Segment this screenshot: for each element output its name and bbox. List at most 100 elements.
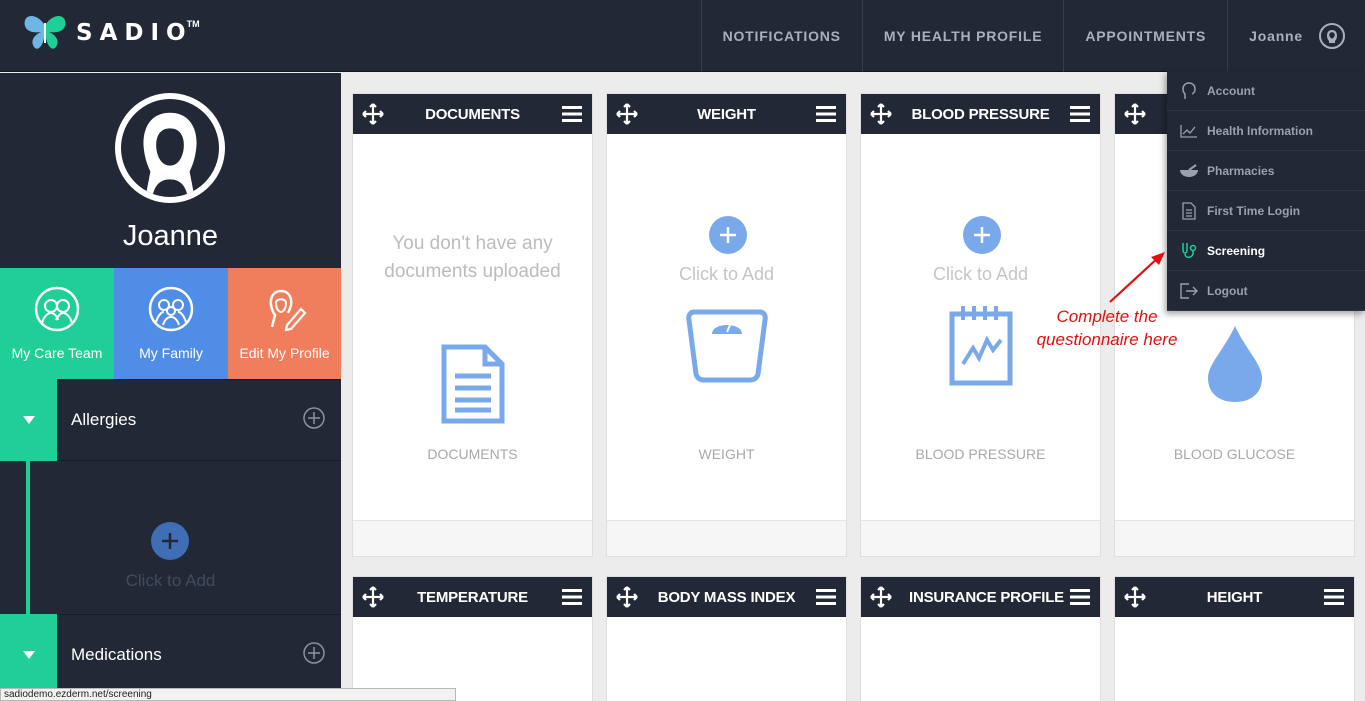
- plus-icon: [720, 227, 736, 243]
- sidebar: Joanne My Care Team My Family Edit My Pr…: [0, 73, 341, 701]
- height-card: HEIGHT: [1114, 576, 1355, 701]
- edit-profile-icon: [261, 285, 309, 336]
- allergies-body: Click to Add: [0, 461, 341, 614]
- card-body: You don't have any documents uploaded DO…: [353, 134, 592, 520]
- hamburger-menu-icon[interactable]: [816, 588, 836, 611]
- logout-icon: [1179, 282, 1199, 299]
- add-weight-button[interactable]: [709, 216, 747, 254]
- hamburger-menu-icon[interactable]: [816, 105, 836, 128]
- butterfly-logo-icon: [24, 15, 66, 49]
- dropdown-item-health-information[interactable]: Health Information: [1167, 111, 1365, 151]
- hamburger-menu-icon[interactable]: [1070, 105, 1090, 128]
- nav-appointments[interactable]: APPOINTMENTS: [1063, 0, 1227, 72]
- dropdown-item-first-time-login[interactable]: First Time Login: [1167, 191, 1365, 231]
- hamburger-menu-icon[interactable]: [562, 105, 582, 128]
- move-icon[interactable]: [1124, 103, 1146, 130]
- dropdown-item-account[interactable]: Account: [1167, 71, 1365, 111]
- profile-name: Joanne: [122, 220, 219, 252]
- allergies-title: Allergies: [71, 410, 137, 429]
- chart-icon: [1179, 124, 1199, 138]
- hamburger-menu-icon[interactable]: [562, 588, 582, 611]
- add-blood-pressure-button[interactable]: [963, 216, 1001, 254]
- allergies-accent-line: [26, 461, 30, 614]
- plus-icon: [162, 533, 178, 549]
- move-icon[interactable]: [870, 586, 892, 613]
- hamburger-menu-icon[interactable]: [1324, 588, 1344, 611]
- edit-my-profile-button[interactable]: Edit My Profile: [228, 268, 341, 379]
- add-allergy-button[interactable]: [303, 406, 325, 434]
- card-title: BLOOD PRESSURE: [911, 105, 1050, 123]
- dropdown-item-screening[interactable]: Screening: [1167, 231, 1365, 271]
- nav-user-menu[interactable]: Joanne: [1227, 0, 1365, 72]
- annotation-line-2: questionnaire here: [1036, 330, 1178, 349]
- medications-section-header: Medications: [0, 614, 341, 696]
- card-footer: [861, 520, 1100, 556]
- move-icon[interactable]: [362, 103, 384, 130]
- card-header: BODY MASS INDEX: [607, 577, 846, 617]
- allergies-toggle[interactable]: [0, 379, 57, 461]
- my-family-button[interactable]: My Family: [114, 268, 228, 379]
- card-label: BLOOD GLUCOSE: [1173, 446, 1296, 462]
- scale-icon: [607, 308, 846, 384]
- plus-circle-icon: [303, 641, 325, 664]
- top-navbar: SADIO TM NOTIFICATIONS MY HEALTH PROFILE…: [0, 0, 1365, 72]
- add-medication-button[interactable]: [303, 641, 325, 669]
- move-icon[interactable]: [616, 586, 638, 613]
- my-care-team-label: My Care Team: [11, 345, 103, 361]
- nav-my-health-profile[interactable]: MY HEALTH PROFILE: [861, 0, 1064, 72]
- caret-down-icon: [22, 416, 35, 424]
- card-header: DOCUMENTS: [353, 94, 592, 134]
- plus-icon: [974, 227, 990, 243]
- nav-notifications[interactable]: NOTIFICATIONS: [700, 0, 862, 72]
- profile-avatar[interactable]: [115, 93, 225, 203]
- logo-trademark: TM: [186, 19, 200, 29]
- stethoscope-icon: [1179, 242, 1199, 260]
- card-label: BLOOD PRESSURE: [915, 446, 1046, 462]
- dropdown-item-logout[interactable]: Logout: [1167, 271, 1365, 311]
- profile-area: Joanne: [0, 73, 341, 268]
- dropdown-item-pharmacies[interactable]: Pharmacies: [1167, 151, 1365, 191]
- annotation-text: Complete the questionnaire here: [1022, 305, 1192, 351]
- nav-user-name: Joanne: [1249, 28, 1303, 44]
- move-icon[interactable]: [362, 586, 384, 613]
- card-title: INSURANCE PROFILE: [909, 588, 1064, 606]
- allergies-click-to-add[interactable]: Click to Add: [0, 571, 341, 591]
- click-to-add[interactable]: Click to Add: [607, 264, 846, 285]
- insurance-profile-card: INSURANCE PROFILE: [860, 576, 1101, 701]
- move-icon[interactable]: [616, 103, 638, 130]
- move-icon[interactable]: [870, 103, 892, 130]
- card-title: DOCUMENTS: [425, 105, 520, 123]
- logo[interactable]: SADIO TM: [22, 14, 206, 52]
- move-icon[interactable]: [1124, 586, 1146, 613]
- dropdown-item-label: Health Information: [1207, 123, 1314, 138]
- browser-status-url: sadiodemo.ezderm.net/screening: [0, 688, 456, 701]
- hamburger-menu-icon[interactable]: [1070, 588, 1090, 611]
- card-footer: [1115, 520, 1354, 556]
- temperature-card: TEMPERATURE: [352, 576, 593, 701]
- head-icon: [1179, 81, 1199, 100]
- card-title: WEIGHT: [697, 105, 756, 123]
- edit-my-profile-label: Edit My Profile: [239, 345, 330, 361]
- medications-toggle[interactable]: [0, 614, 57, 696]
- click-to-add[interactable]: Click to Add: [861, 264, 1100, 285]
- dropdown-item-label: Pharmacies: [1207, 163, 1275, 178]
- plus-circle-icon: [303, 406, 325, 429]
- card-title: BODY MASS INDEX: [657, 588, 796, 606]
- annotation-line-1: Complete the: [1056, 307, 1158, 326]
- card-header: INSURANCE PROFILE: [861, 577, 1100, 617]
- dropdown-item-label: Account: [1207, 83, 1255, 98]
- documents-card: DOCUMENTS You don't have any documents u…: [352, 93, 593, 557]
- user-dropdown-menu: Account Health Information Pharmacies Fi…: [1167, 71, 1365, 311]
- card-header: TEMPERATURE: [353, 577, 592, 617]
- document-icon: [1179, 201, 1199, 220]
- user-avatar-icon: [1319, 23, 1345, 49]
- dropdown-item-label: Logout: [1207, 283, 1248, 298]
- medications-title: Medications: [71, 645, 162, 664]
- caret-down-icon: [22, 651, 35, 659]
- allergies-add-button[interactable]: [151, 522, 189, 560]
- care-team-icon: [33, 285, 81, 336]
- body-mass-index-card: BODY MASS INDEX: [606, 576, 847, 701]
- card-label: DOCUMENTS: [427, 446, 518, 462]
- profile-tiles: My Care Team My Family Edit My Profile: [0, 268, 341, 379]
- my-care-team-button[interactable]: My Care Team: [0, 268, 114, 379]
